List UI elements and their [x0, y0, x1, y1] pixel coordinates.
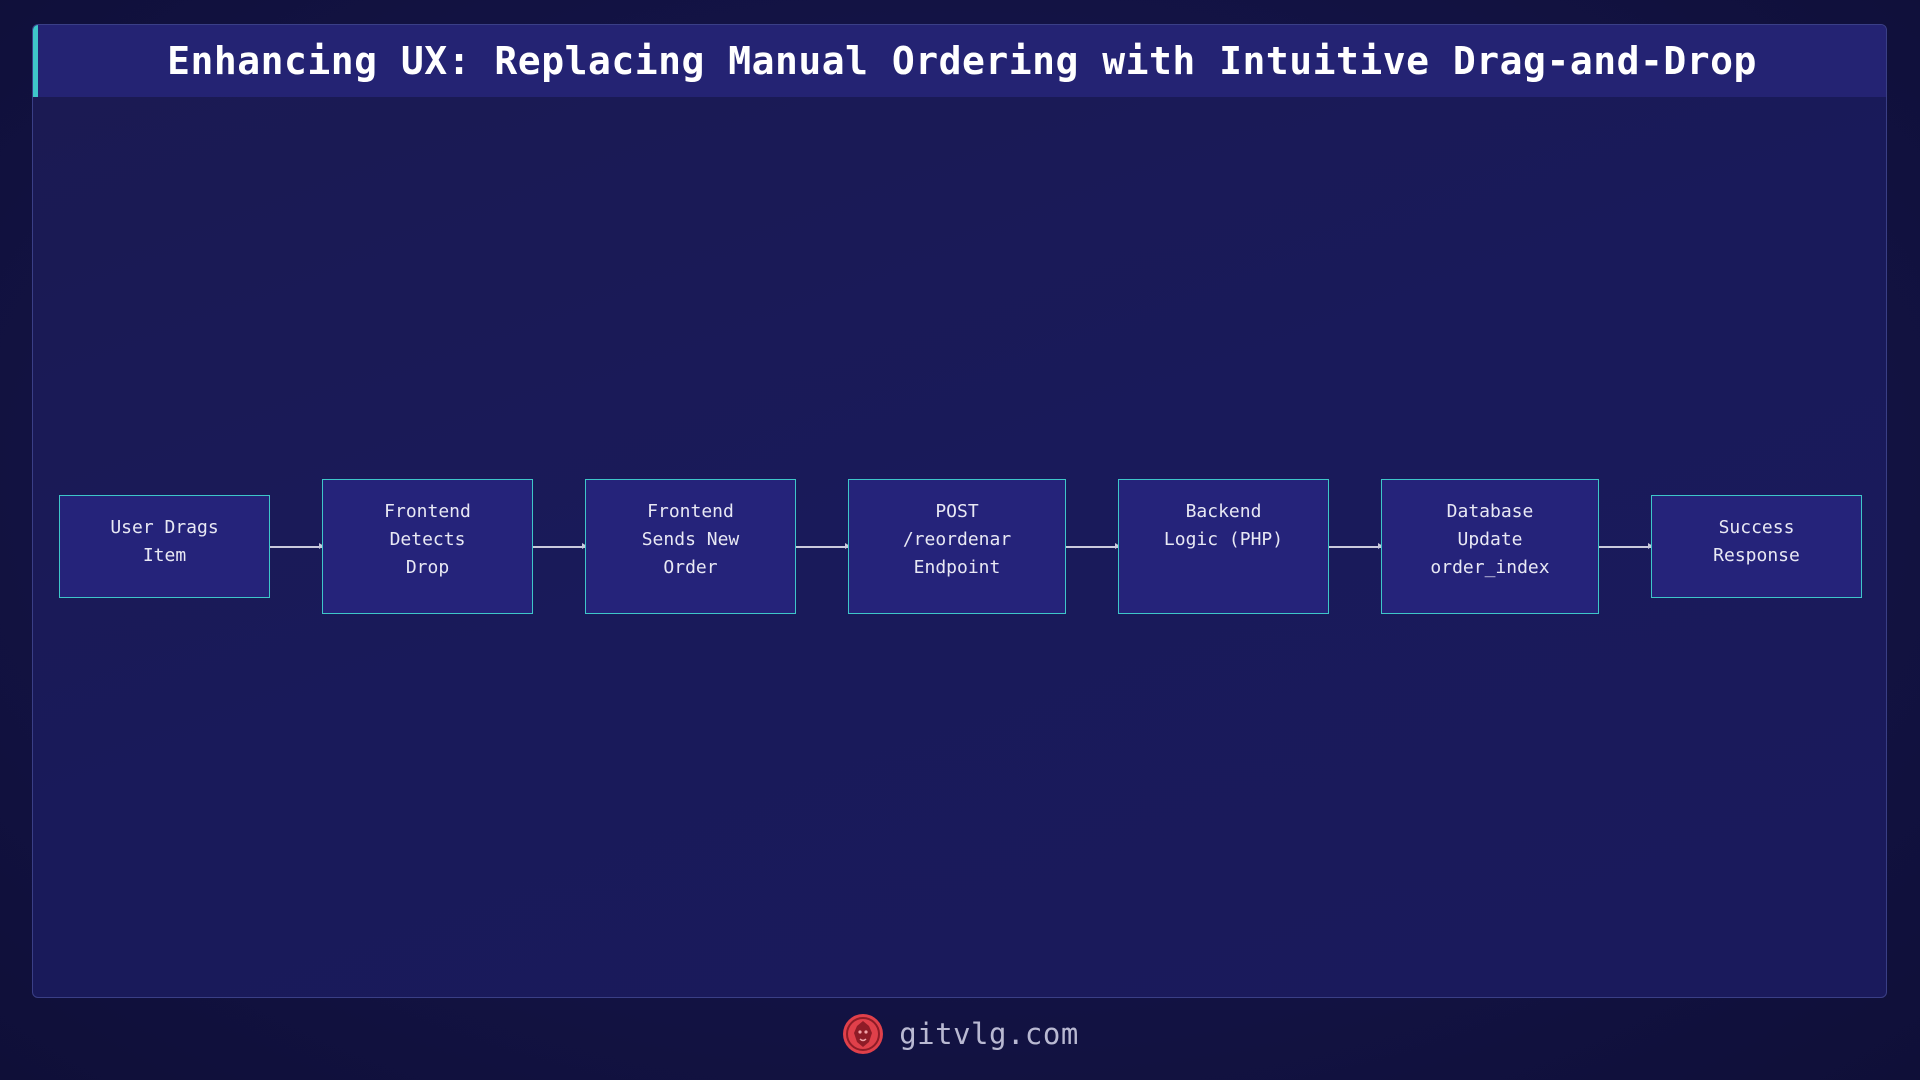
node-success-response: Success Response — [1651, 495, 1862, 598]
lion-logo-icon — [843, 1014, 884, 1054]
arrow-5 — [1329, 543, 1383, 549]
node-database-update: Database Update order_index — [1381, 479, 1599, 614]
node-user-drags-item: User Drags Item — [59, 495, 270, 598]
flow-diagram: User Drags Item Frontend Detects Drop Fr… — [0, 0, 1920, 1080]
footer: gitvlg.com — [0, 1008, 1920, 1060]
footer-site-label: gitvlg.com — [899, 1017, 1079, 1051]
node-frontend-sends-order: Frontend Sends New Order — [585, 479, 796, 614]
arrow-4 — [1066, 543, 1120, 549]
arrow-1 — [270, 543, 324, 549]
node-frontend-detects-drop: Frontend Detects Drop — [322, 479, 533, 614]
node-post-endpoint: POST /reordenar Endpoint — [848, 479, 1066, 614]
node-backend-logic: Backend Logic (PHP) — [1118, 479, 1329, 614]
arrow-6 — [1599, 543, 1653, 549]
arrow-2 — [533, 543, 587, 549]
arrow-3 — [796, 543, 850, 549]
